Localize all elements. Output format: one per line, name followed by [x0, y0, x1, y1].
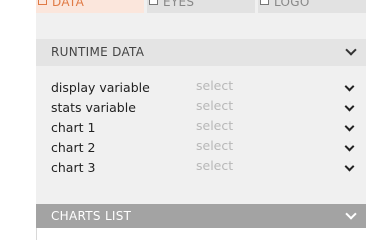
tab-label: LOGO	[274, 0, 310, 9]
runtime-row-stats-variable: stats variable select	[36, 98, 366, 118]
settings-panel: DATA EYES LOGO RUNTIME DATA display vari…	[36, 0, 366, 240]
chevron-down-icon[interactable]	[345, 208, 357, 220]
row-label: chart 3	[51, 160, 96, 175]
stats-variable-select[interactable]: select	[196, 98, 233, 113]
row-label: stats variable	[51, 100, 136, 115]
runtime-row-chart-2: chart 2 select	[36, 138, 366, 158]
chart-1-select[interactable]: select	[196, 118, 233, 133]
row-label: chart 1	[51, 120, 96, 135]
chart-3-select[interactable]: select	[196, 158, 233, 173]
chevron-down-icon[interactable]	[344, 161, 355, 172]
runtime-row-chart-1: chart 1 select	[36, 118, 366, 138]
tab-data[interactable]: DATA	[36, 0, 144, 13]
tab-label: EYES	[163, 0, 195, 9]
charts-list-body	[36, 228, 366, 240]
charts-list-header[interactable]: CHARTS LIST	[36, 204, 366, 228]
runtime-data-header[interactable]: RUNTIME DATA	[36, 39, 366, 66]
chevron-down-icon[interactable]	[344, 121, 355, 132]
section-title: RUNTIME DATA	[51, 45, 145, 59]
checkbox-icon[interactable]	[149, 0, 158, 5]
chevron-down-icon[interactable]	[344, 141, 355, 152]
chart-2-select[interactable]: select	[196, 138, 233, 153]
section-title: CHARTS LIST	[51, 209, 132, 223]
tab-logo[interactable]: LOGO	[258, 0, 366, 13]
runtime-row-chart-3: chart 3 select	[36, 158, 366, 178]
row-label: display variable	[51, 80, 150, 95]
checkbox-icon[interactable]	[260, 0, 269, 5]
runtime-data-list: display variable select stats variable s…	[36, 78, 366, 178]
checkbox-icon[interactable]	[38, 0, 47, 5]
chevron-down-icon[interactable]	[344, 101, 355, 112]
runtime-row-display-variable: display variable select	[36, 78, 366, 98]
tab-label: DATA	[52, 0, 85, 9]
chevron-down-icon[interactable]	[344, 81, 355, 92]
chevron-down-icon[interactable]	[345, 44, 357, 56]
tab-eyes[interactable]: EYES	[147, 0, 255, 13]
row-label: chart 2	[51, 140, 96, 155]
tab-bar: DATA EYES LOGO	[36, 0, 366, 13]
display-variable-select[interactable]: select	[196, 78, 233, 93]
